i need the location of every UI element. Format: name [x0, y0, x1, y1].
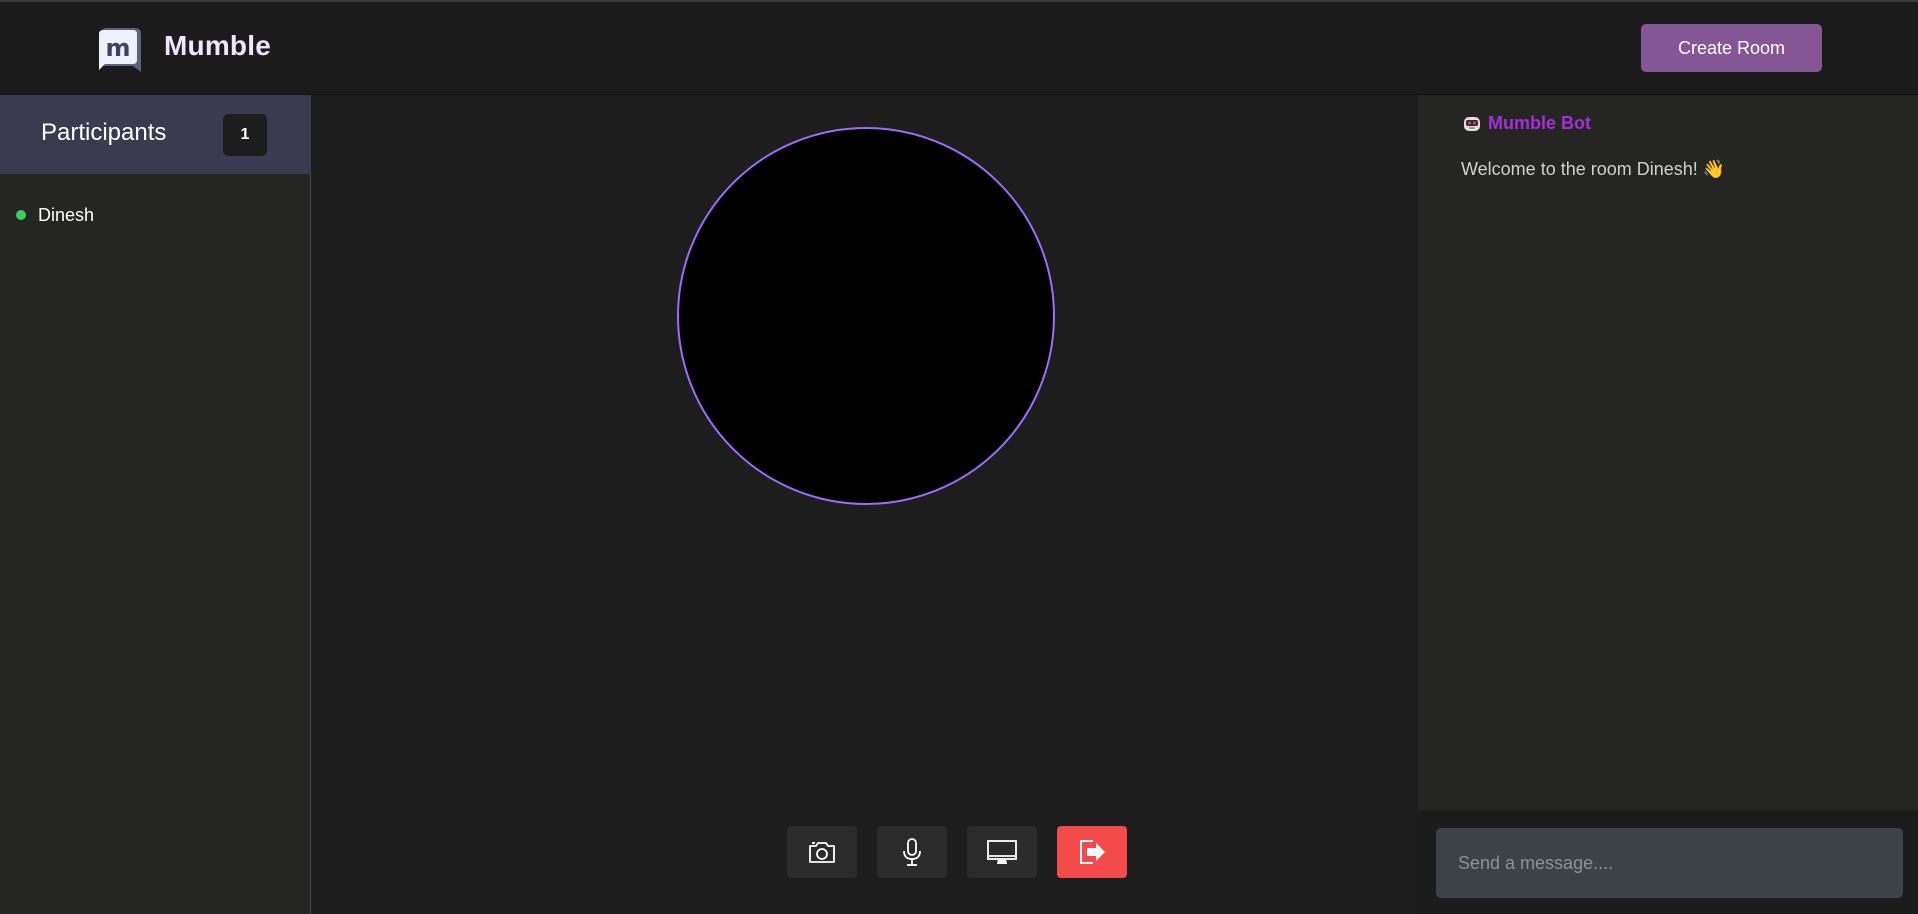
- participants-title: Participants: [41, 119, 167, 146]
- screen-share-icon: [987, 840, 1017, 864]
- message-sender: Mumble Bot: [1488, 113, 1591, 133]
- microphone-icon: [903, 838, 921, 866]
- user-video-tile: [677, 127, 1055, 505]
- leave-room-button[interactable]: [1057, 826, 1127, 878]
- camera-icon: [809, 842, 835, 863]
- video-stage: [312, 95, 1417, 914]
- robot-icon: [1464, 116, 1480, 131]
- message-input[interactable]: [1436, 828, 1903, 898]
- call-controls: [787, 826, 1127, 878]
- chat-panel: Mumble Bot Welcome to the room Dinesh! 👋: [1417, 95, 1918, 914]
- participant-name: Dinesh: [38, 204, 95, 225]
- leave-icon: [1080, 840, 1105, 864]
- participants-sidebar: Participants 1 Dinesh: [0, 95, 311, 914]
- participants-count-badge: 1: [223, 114, 267, 156]
- app-window: m Mumble Create Room Participants 1 Dine…: [0, 0, 1918, 914]
- brand-name: Mumble: [164, 30, 271, 61]
- screen-share-button[interactable]: [967, 826, 1037, 878]
- participants-header: Participants 1: [0, 95, 311, 174]
- camera-toggle-button[interactable]: [787, 826, 857, 878]
- online-status-dot: [16, 210, 26, 220]
- chat-message-header: Mumble Bot: [1462, 113, 1591, 134]
- message-text: Welcome to the room Dinesh! 👋: [1461, 159, 1726, 179]
- participant-item[interactable]: Dinesh: [16, 203, 94, 227]
- mumble-logo-icon[interactable]: m: [97, 26, 143, 74]
- microphone-toggle-button[interactable]: [877, 826, 947, 878]
- chat-compose-area: [1418, 810, 1918, 914]
- svg-text:m: m: [105, 34, 130, 62]
- top-bar: m Mumble Create Room: [0, 2, 1918, 95]
- create-room-button[interactable]: Create Room: [1641, 24, 1822, 72]
